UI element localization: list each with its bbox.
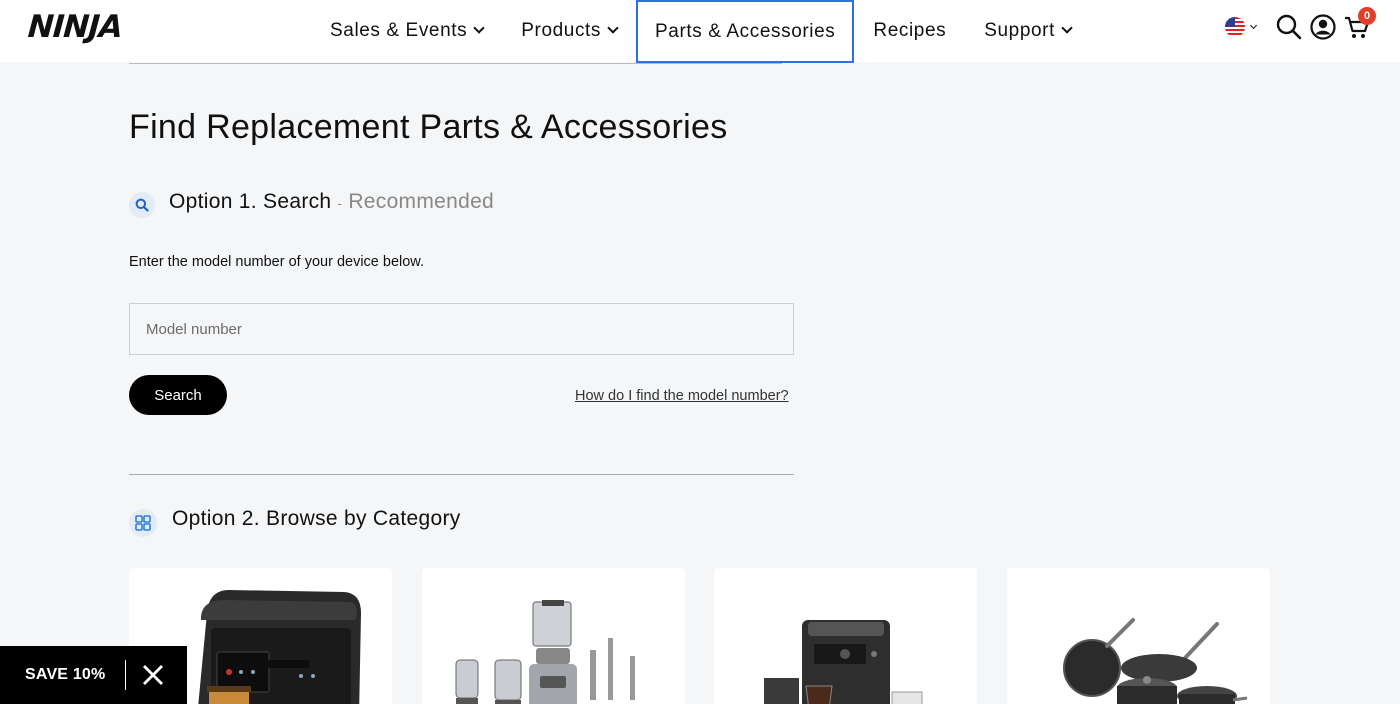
search-icon	[1276, 14, 1302, 40]
ninja-logo[interactable]: NINJA	[27, 6, 123, 48]
chevron-down-icon	[473, 22, 485, 34]
promo-close-button[interactable]	[140, 662, 166, 688]
nav-sales-events-label: Sales & Events	[330, 20, 468, 41]
nav-recipes[interactable]: Recipes	[854, 0, 965, 62]
search-submit-button[interactable]: Search	[129, 375, 227, 415]
close-icon	[143, 665, 164, 685]
site-header: NINJA Sales & Events Products Parts & Ac…	[0, 0, 1400, 63]
page-title: Find Replacement Parts & Accessories	[129, 108, 728, 146]
chevron-down-icon	[1249, 21, 1258, 30]
nav-products-label: Products	[521, 20, 602, 41]
category-card-coffee-makers[interactable]	[714, 568, 977, 704]
main-nav: Sales & Events Products Parts & Accessor…	[311, 0, 1090, 63]
search-circle-icon	[129, 192, 155, 218]
account-button[interactable]	[1310, 14, 1336, 40]
divider	[129, 63, 782, 64]
nav-parts-accessories-label: Parts & Accessories	[655, 20, 836, 42]
category-card-blenders[interactable]	[422, 568, 685, 704]
model-number-input[interactable]	[129, 303, 794, 355]
promo-divider	[125, 660, 127, 690]
account-icon	[1310, 14, 1336, 40]
model-instruction: Enter the model number of your device be…	[129, 254, 424, 270]
nav-sales-events[interactable]: Sales & Events	[311, 0, 502, 62]
option1-heading: Option 1. Search - Recommended	[169, 190, 494, 214]
find-model-help-link[interactable]: How do I find the model number?	[575, 388, 789, 404]
header-actions: 0	[1225, 7, 1376, 42]
nav-parts-accessories[interactable]: Parts & Accessories	[636, 0, 855, 63]
nav-support-label: Support	[984, 20, 1055, 41]
option2-heading: Option 2. Browse by Category	[172, 507, 461, 530]
nav-products[interactable]: Products	[502, 0, 636, 62]
nav-support[interactable]: Support	[965, 0, 1090, 62]
blender-image	[455, 600, 635, 704]
cart-count-badge: 0	[1358, 7, 1376, 25]
category-card-cookware[interactable]	[1007, 568, 1270, 704]
grid-icon	[129, 509, 157, 537]
cart-button[interactable]: 0	[1344, 7, 1376, 40]
coffee-maker-image	[764, 620, 923, 704]
option1-sublabel: Recommended	[348, 190, 495, 213]
option1-label: Option 1. Search	[169, 190, 332, 213]
divider	[129, 474, 794, 475]
promo-banner[interactable]: SAVE 10%	[0, 646, 187, 704]
option1-separator: -	[337, 196, 343, 211]
search-button[interactable]	[1276, 14, 1302, 40]
region-selector[interactable]	[1225, 17, 1268, 37]
cookware-image	[1063, 618, 1248, 704]
chevron-down-icon	[607, 22, 619, 34]
nav-recipes-label: Recipes	[873, 20, 947, 41]
promo-label[interactable]: SAVE 10%	[25, 666, 105, 684]
chevron-down-icon	[1061, 22, 1073, 34]
us-flag-icon	[1225, 17, 1245, 37]
